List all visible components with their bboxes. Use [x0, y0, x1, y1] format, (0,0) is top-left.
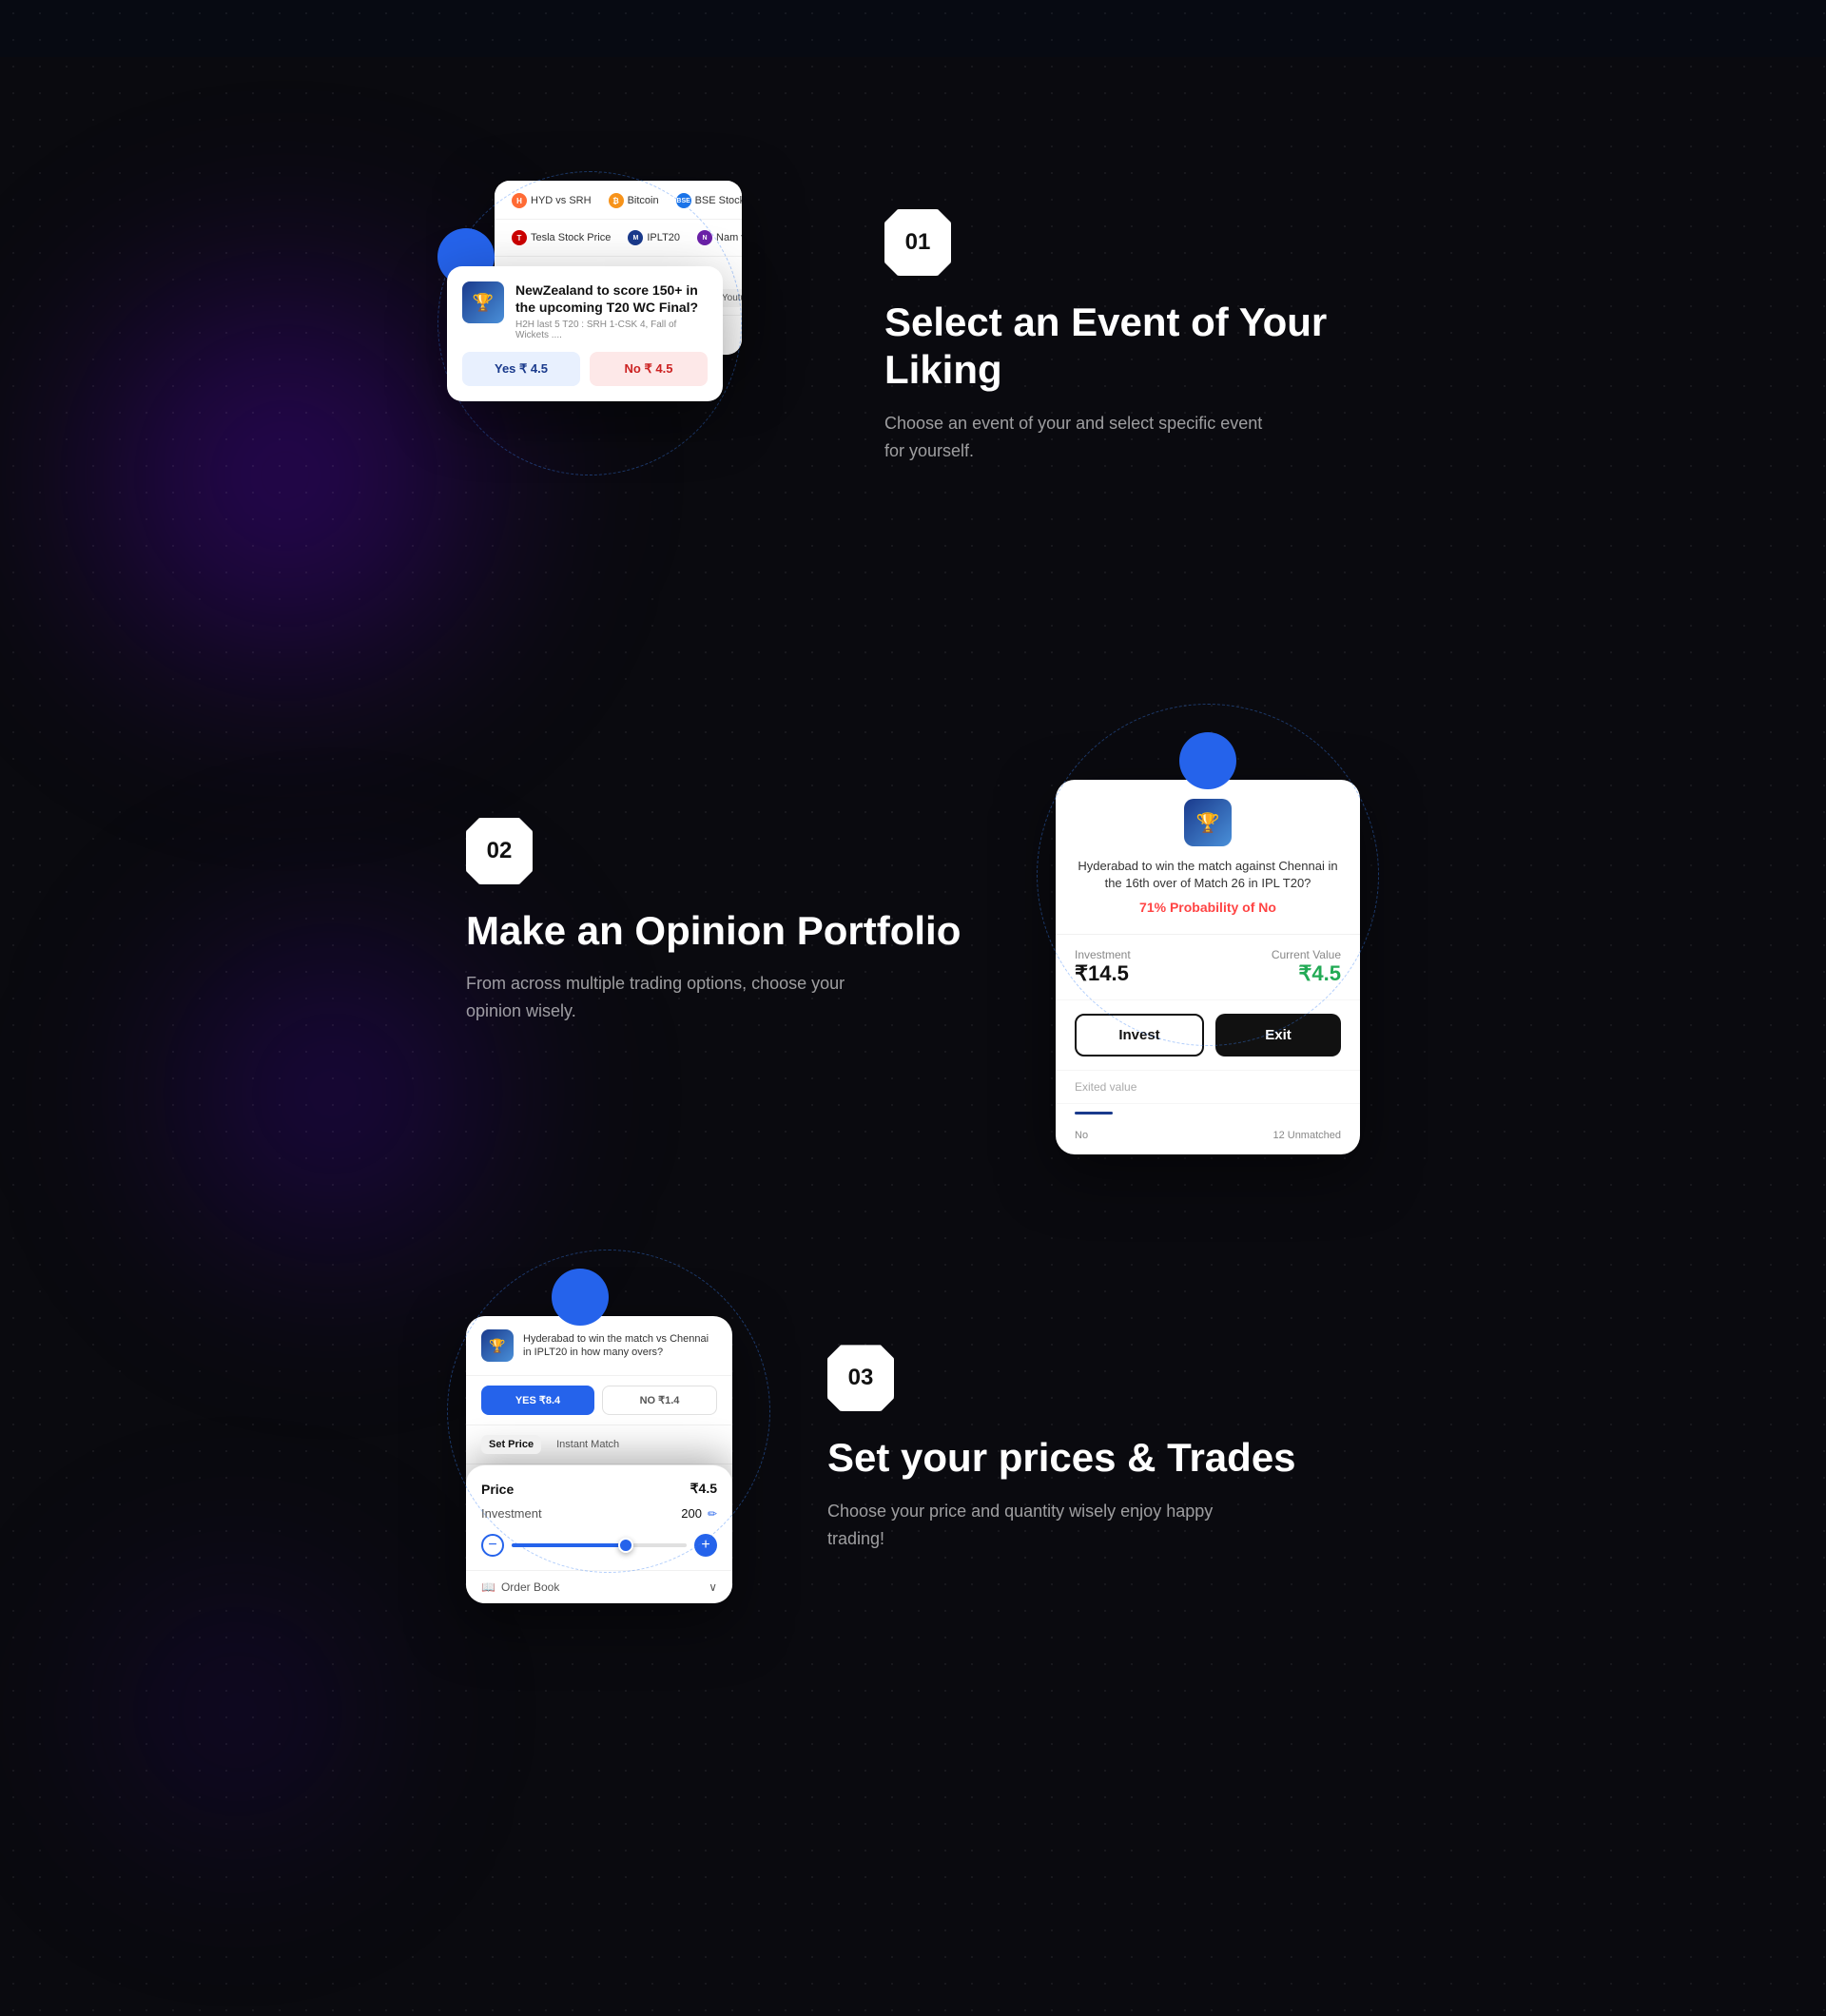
slider-fill	[512, 1543, 626, 1547]
price-row: Price ₹4.5	[481, 1481, 717, 1497]
event-logo-t20: 🏆	[462, 281, 504, 323]
event-title: NewZealand to score 150+ in the upcoming…	[515, 281, 708, 316]
step-3-badge: 03	[827, 1345, 894, 1411]
tab-bse[interactable]: BSE BSE Stocks	[670, 190, 742, 211]
event-btns: Yes ₹ 4.5 No ₹ 4.5	[462, 352, 708, 386]
invest-row: Investment ₹14.5 Current Value ₹4.5	[1056, 935, 1360, 1000]
tab-ipl[interactable]: M IPLT20	[622, 227, 686, 248]
step-2-title: Make an Opinion Portfolio	[466, 907, 980, 955]
slider-track[interactable]	[512, 1543, 687, 1547]
inv-value: 200	[681, 1506, 702, 1521]
card-divider	[1075, 1112, 1113, 1115]
tab-set-price[interactable]: Set Price	[481, 1435, 541, 1454]
invest-card-top: 🏆 Hyderabad to win the match against Che…	[1056, 780, 1360, 935]
invest-card-probability: 71% Probability of No	[1075, 900, 1341, 915]
tabs-row-2: T Tesla Stock Price M IPLT20 N Nam vs R	[495, 220, 742, 257]
blue-dot-3	[552, 1269, 609, 1326]
step-2-content: 02 Make an Opinion Portfolio From across…	[466, 761, 980, 1025]
btn-trade-yes[interactable]: YES ₹8.4	[481, 1386, 594, 1415]
btn-trade-no[interactable]: NO ₹1.4	[602, 1386, 717, 1415]
tab-btc-label: Bitcoin	[628, 195, 659, 206]
invest-actions: Invest Exit	[1056, 1000, 1360, 1071]
tab-tesla[interactable]: T Tesla Stock Price	[506, 227, 616, 248]
book-icon: 📖	[481, 1580, 495, 1594]
trade-logo: 🏆	[481, 1329, 514, 1362]
tab-btc[interactable]: ₿ Bitcoin	[603, 190, 665, 211]
nam-icon: N	[697, 230, 712, 245]
step-2-desc: From across multiple trading options, ch…	[466, 970, 865, 1025]
price-label: Price	[481, 1482, 514, 1497]
invest-card-event-text: Hyderabad to win the match against Chenn…	[1075, 858, 1341, 892]
filter-youtube-label: Youtube	[722, 293, 742, 303]
inv-label: Investment	[481, 1506, 542, 1521]
event-subtitle: H2H last 5 T20 : SRH 1-CSK 4, Fall of Wi…	[515, 320, 708, 340]
price-value: ₹4.5	[690, 1481, 717, 1497]
tab-nam[interactable]: N Nam vs R	[691, 227, 742, 248]
slider-container: − +	[481, 1534, 717, 1557]
price-popup: Price ₹4.5 Investment 200 ✏ −	[466, 1464, 732, 1603]
event-popup-1: 🏆 NewZealand to score 150+ in the upcomi…	[447, 266, 723, 401]
event-popup-header: 🏆 NewZealand to score 150+ in the upcomi…	[462, 281, 708, 340]
exited-row: Exited value	[1056, 1071, 1360, 1104]
order-book-text: Order Book	[501, 1580, 559, 1594]
tab-hyd[interactable]: H HYD vs SRH	[506, 190, 597, 211]
btc-icon: ₿	[609, 193, 624, 208]
step-3-content: 03 Set your prices & Trades Choose your …	[827, 1288, 1360, 1552]
step-1-content: 01 Select an Event of Your Liking Choose…	[884, 152, 1360, 464]
step-3-title: Set your prices & Trades	[827, 1434, 1360, 1482]
step-1-badge: 01	[884, 209, 951, 276]
tab-hyd-label: HYD vs SRH	[531, 195, 592, 206]
invest-card-logo: 🏆	[1184, 799, 1232, 846]
bse-icon: BSE	[676, 193, 691, 208]
set-price-tabs: Set Price Instant Match	[466, 1425, 732, 1464]
tabs-row-1: H HYD vs SRH ₿ Bitcoin BSE BSE Stocks	[495, 181, 742, 220]
exited-value-label: Exited value	[1075, 1080, 1136, 1094]
step-3-desc: Choose your price and quantity wisely en…	[827, 1498, 1227, 1553]
unmatched-label: 12 Unmatched	[1272, 1130, 1341, 1141]
slider-minus-btn[interactable]: −	[481, 1534, 504, 1557]
no-label: No	[1075, 1130, 1088, 1141]
invest-card: 🏆 Hyderabad to win the match against Che…	[1056, 780, 1360, 1154]
current-value-label: Current Value	[1272, 948, 1341, 961]
tab-bse-label: BSE Stocks	[695, 195, 742, 206]
investment-row: Investment 200 ✏	[481, 1506, 717, 1521]
investment-amount: ₹14.5	[1075, 961, 1131, 986]
step-1-title: Select an Event of Your Liking	[884, 299, 1360, 395]
btn-invest[interactable]: Invest	[1075, 1014, 1204, 1056]
slider-thumb[interactable]	[618, 1538, 633, 1553]
trade-card-header: 🏆 Hyderabad to win the match vs Chennai …	[466, 1316, 732, 1376]
trade-card: 🏆 Hyderabad to win the match vs Chennai …	[466, 1316, 732, 1603]
ipl-icon: M	[628, 230, 643, 245]
order-book-row[interactable]: 📖 Order Book ∨	[466, 1570, 732, 1603]
trade-option-btns: YES ₹8.4 NO ₹1.4	[466, 1376, 732, 1425]
step-2-badge: 02	[466, 818, 533, 884]
btn-yes-s1[interactable]: Yes ₹ 4.5	[462, 352, 580, 386]
btn-no-s1[interactable]: No ₹ 4.5	[590, 352, 708, 386]
tab-instant-match[interactable]: Instant Match	[549, 1435, 627, 1454]
btn-exit[interactable]: Exit	[1215, 1014, 1341, 1056]
inv-value-edit: 200 ✏	[681, 1506, 717, 1521]
tab-tesla-label: Tesla Stock Price	[531, 232, 611, 243]
order-book-label: 📖 Order Book	[481, 1580, 559, 1594]
tab-ipl-label: IPLT20	[647, 232, 680, 243]
no-unmatched-row: No 12 Unmatched	[1056, 1122, 1360, 1154]
chevron-down-icon: ∨	[709, 1580, 717, 1594]
trade-question-text: Hyderabad to win the match vs Chennai in…	[523, 1332, 717, 1360]
investment-label: Investment	[1075, 948, 1131, 961]
tab-nam-label: Nam vs R	[716, 232, 742, 243]
current-value-amount: ₹4.5	[1272, 961, 1341, 986]
slider-plus-btn[interactable]: +	[694, 1534, 717, 1557]
blue-dot-2	[1179, 732, 1236, 789]
tesla-icon: T	[512, 230, 527, 245]
hyd-icon: H	[512, 193, 527, 208]
edit-icon[interactable]: ✏	[708, 1507, 717, 1521]
step-1-desc: Choose an event of your and select speci…	[884, 410, 1284, 465]
